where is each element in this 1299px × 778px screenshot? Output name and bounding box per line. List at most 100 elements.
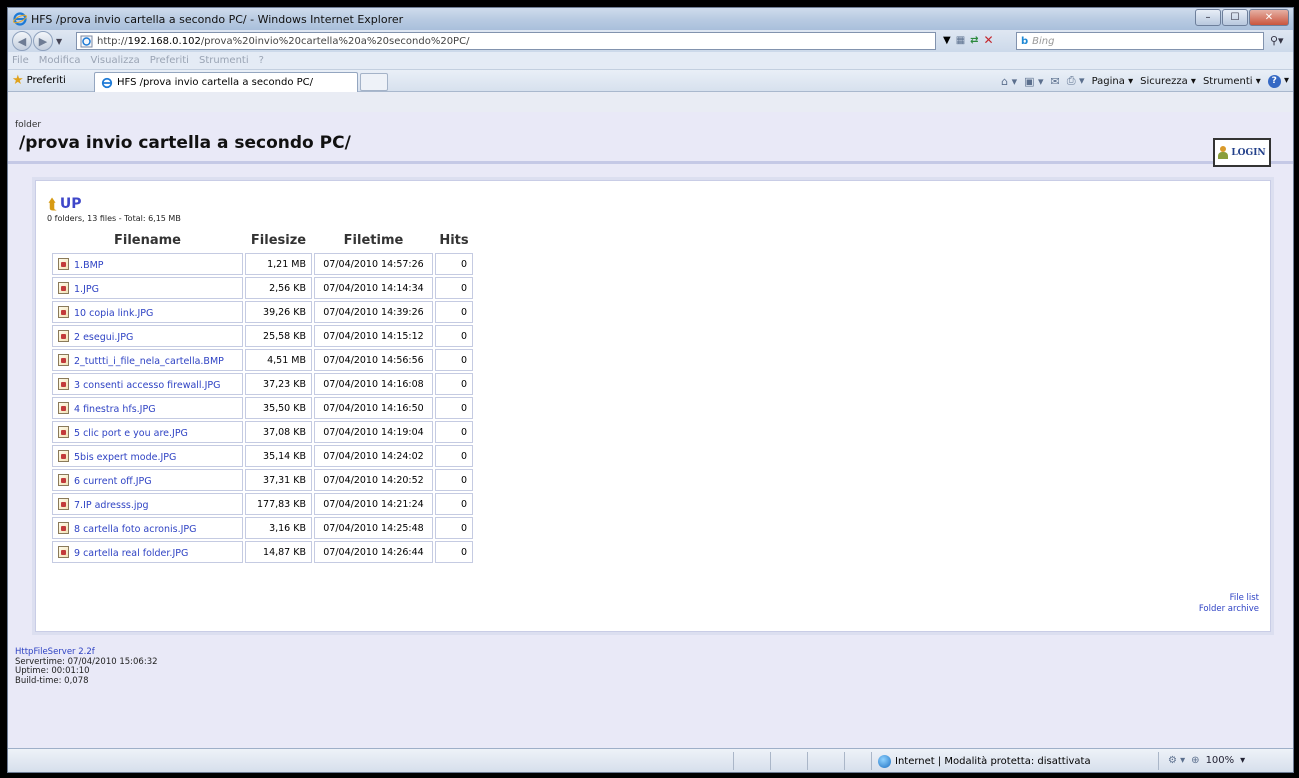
refresh-icon[interactable]: ⇄ [970,35,978,46]
back-button[interactable]: ◀ [12,31,32,51]
new-tab-button[interactable] [360,73,388,91]
page-icon [80,35,93,47]
file-name-cell[interactable]: 6 current off.JPG [52,469,243,491]
forward-button[interactable]: ▶ [33,31,53,51]
table-row: 3 consenti accesso firewall.JPG 37,23 KB 0… [52,373,473,395]
up-link[interactable]: ⮬ UP [48,195,82,213]
history-dropdown-icon[interactable]: ▼ [56,37,66,46]
table-row: 10 copia link.JPG 39,26 KB 07/04/2010 14:3… [52,301,473,323]
image-file-icon [58,425,69,438]
file-hits-cell: 0 [435,541,473,563]
home-icon[interactable]: ⌂ ▾ [1001,75,1017,88]
file-name-link[interactable]: 8 cartella foto acronis.JPG [74,524,197,535]
zoom-dropdown-icon[interactable]: ▾ [1240,755,1245,766]
menu-file[interactable]: File [12,55,29,66]
zoom-control[interactable]: ⚙ ▾ ⊕ 100% ▾ [1168,755,1245,766]
minimize-button[interactable]: – [1195,9,1221,26]
file-name-link[interactable]: 1.BMP [74,260,104,271]
file-time-cell: 07/04/2010 14:56:56 [314,349,433,371]
help-button[interactable]: ? ▾ [1267,74,1289,88]
menu-sicurezza[interactable]: Sicurezza ▾ [1140,76,1196,87]
status-divider [770,752,771,770]
maximize-button[interactable]: ☐ [1222,9,1248,26]
file-time-cell: 07/04/2010 14:15:12 [314,325,433,347]
search-box[interactable]: b Bing [1016,32,1264,50]
file-name-cell[interactable]: 5bis expert mode.JPG [52,445,243,467]
status-divider [844,752,845,770]
file-name-link[interactable]: 7.IP adresss.jpg [74,500,149,511]
security-zone[interactable]: Internet | Modalità protetta: disattivat… [878,755,1091,768]
file-size-cell: 1,21 MB [245,253,312,275]
header-filesize[interactable]: Filesize [245,230,312,251]
table-row: 9 cartella real folder.JPG 14,87 KB 07/04/… [52,541,473,563]
feeds-icon[interactable]: ▣ ▾ [1024,75,1043,88]
url-path: /prova%20invio%20cartella%20a%20secondo%… [200,35,470,47]
address-bar[interactable]: http://192.168.0.102/prova%20invio%20car… [76,32,936,50]
file-name-cell[interactable]: 7.IP adresss.jpg [52,493,243,515]
file-name-link[interactable]: 3 consenti accesso firewall.JPG [74,380,220,391]
stop-icon[interactable]: ✕ [984,33,994,47]
favorites-label: Preferiti [26,75,66,86]
menu-modifica[interactable]: Modifica [39,55,81,66]
file-name-cell[interactable]: 10 copia link.JPG [52,301,243,323]
file-name-link[interactable]: 9 cartella real folder.JPG [74,548,188,559]
file-name-cell[interactable]: 9 cartella real folder.JPG [52,541,243,563]
file-hits-cell: 0 [435,253,473,275]
zoom-level: 100% [1205,755,1235,766]
table-row: 4 finestra hfs.JPG 35,50 KB 07/04/2010 14:… [52,397,473,419]
mail-icon[interactable]: ✉ [1051,75,1060,88]
header-filetime[interactable]: Filetime [314,230,433,251]
file-name-cell[interactable]: 4 finestra hfs.JPG [52,397,243,419]
close-button[interactable]: ✕ [1249,9,1289,26]
file-name-link[interactable]: 5bis expert mode.JPG [74,452,176,463]
file-time-cell: 07/04/2010 14:16:50 [314,397,433,419]
file-name-cell[interactable]: 3 consenti accesso firewall.JPG [52,373,243,395]
file-name-link[interactable]: 5 clic port e you are.JPG [74,428,188,439]
menu-strumenti-cmd[interactable]: Strumenti ▾ [1203,76,1261,87]
favorites-button[interactable]: ★ Preferiti [12,73,66,88]
print-icon[interactable]: ⎙ ▾ [1067,74,1085,88]
file-name-link[interactable]: 2_tuttti_i_file_nela_cartella.BMP [74,356,224,367]
strumenti-label: Strumenti [1202,75,1253,87]
file-size-cell: 4,51 MB [245,349,312,371]
file-name-link[interactable]: 10 copia link.JPG [74,308,153,319]
file-hits-cell: 0 [435,349,473,371]
table-row: 1.JPG 2,56 KB 07/04/2010 14:14:34 0 [52,277,473,299]
table-row: 5bis expert mode.JPG 35,14 KB 07/04/2010 1… [52,445,473,467]
header-hits[interactable]: Hits [435,230,473,251]
window-title: HFS /prova invio cartella a secondo PC/ … [31,12,404,26]
bing-logo-icon: b [1021,35,1029,47]
menu-preferiti[interactable]: Preferiti [150,55,189,66]
image-file-icon [58,473,69,486]
file-name-cell[interactable]: 2 esegui.JPG [52,325,243,347]
table-row: 1.BMP 1,21 MB 07/04/2010 14:57:26 0 [52,253,473,275]
compatibility-view-icon[interactable]: ▦ [956,35,965,46]
file-name-cell[interactable]: 1.BMP [52,253,243,275]
search-icon[interactable]: ⚲▾ [1270,34,1284,47]
menu-strumenti[interactable]: Strumenti [199,55,249,66]
address-dropdown-icon[interactable]: ▼ [943,35,951,46]
file-name-cell[interactable]: 5 clic port e you are.JPG [52,421,243,443]
file-hits-cell: 0 [435,325,473,347]
folder-archive-link[interactable]: Folder archive [1199,604,1259,615]
file-size-cell: 14,87 KB [245,541,312,563]
menu-pagina[interactable]: Pagina ▾ [1092,76,1134,87]
file-hits-cell: 0 [435,517,473,539]
file-name-cell[interactable]: 2_tuttti_i_file_nela_cartella.BMP [52,349,243,371]
file-name-cell[interactable]: 1.JPG [52,277,243,299]
menu-help[interactable]: ? [259,55,264,66]
page-title: /prova invio cartella a secondo PC/ [19,133,351,153]
file-size-cell: 177,83 KB [245,493,312,515]
file-list-link[interactable]: File list [1199,593,1259,604]
header-filename[interactable]: Filename [52,230,243,251]
file-name-link[interactable]: 2 esegui.JPG [74,332,133,343]
login-button[interactable]: LOGIN [1213,138,1271,167]
file-name-link[interactable]: 6 current off.JPG [74,476,152,487]
file-name-cell[interactable]: 8 cartella foto acronis.JPG [52,517,243,539]
file-name-link[interactable]: 4 finestra hfs.JPG [74,404,156,415]
protected-mode-icon[interactable]: ⚙ ▾ [1168,755,1185,766]
tab-active[interactable]: HFS /prova invio cartella a secondo PC/ [94,72,358,92]
file-name-link[interactable]: 1.JPG [74,284,99,295]
menu-visualizza[interactable]: Visualizza [91,55,140,66]
file-size-cell: 25,58 KB [245,325,312,347]
